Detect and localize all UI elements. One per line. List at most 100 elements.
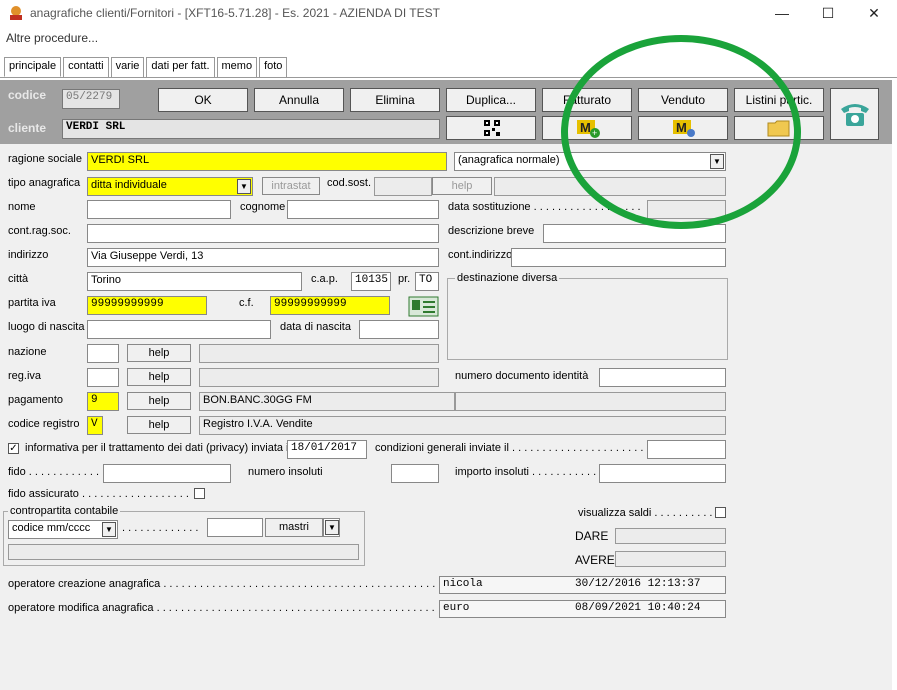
tab-varie[interactable]: varie <box>110 57 145 77</box>
privacy-checkbox[interactable]: ✓ <box>8 443 19 454</box>
numero-insoluti-label: numero insoluti <box>248 466 323 478</box>
tipo-anagrafica-select-value: (anagrafica normale) <box>458 154 560 166</box>
codice-field[interactable]: 05/2279 <box>62 89 120 109</box>
luogo-nascita-label: luogo di nascita <box>8 321 85 333</box>
tipo-anagrafica-label: tipo anagrafica <box>8 177 81 189</box>
tab-principale[interactable]: principale <box>4 57 62 77</box>
cap-field[interactable]: 10135 <box>351 272 391 291</box>
elimina-button[interactable]: Elimina <box>350 88 440 112</box>
cliente-field[interactable]: VERDI SRL <box>62 119 440 139</box>
codice-registro-field[interactable]: V <box>87 416 103 435</box>
visualizza-saldi-checkbox[interactable] <box>715 507 726 518</box>
avere-label: AVERE <box>575 553 615 567</box>
mastri-button[interactable]: mastri <box>265 518 323 537</box>
minimize-button[interactable]: — <box>759 0 805 26</box>
cont-indirizzo-label: cont.indirizzo <box>448 249 513 261</box>
phone-icon <box>841 104 869 126</box>
importo-insoluti-field[interactable] <box>599 464 726 483</box>
intrastat-button[interactable]: intrastat <box>262 177 320 195</box>
condizioni-label: condizioni generali inviate il . . . . .… <box>375 442 656 454</box>
pr-field[interactable]: TO <box>415 272 439 291</box>
nazione-help-button[interactable]: help <box>127 344 191 362</box>
destinazione-label: destinazione diversa <box>455 272 560 284</box>
dare-label: DARE <box>575 529 609 543</box>
cont-indirizzo-field[interactable] <box>511 248 726 267</box>
phone-button[interactable] <box>830 88 879 140</box>
condizioni-date-field[interactable] <box>647 440 726 459</box>
partita-iva-field[interactable]: 99999999999 <box>87 296 207 315</box>
pagamento-label: pagamento <box>8 394 64 406</box>
indirizzo-label: indirizzo <box>8 249 49 261</box>
luogo-nascita-field[interactable] <box>87 320 271 339</box>
pagamento-field[interactable]: 9 <box>87 392 119 411</box>
dare-field <box>615 528 726 544</box>
ok-button[interactable]: OK <box>158 88 248 112</box>
partita-iva-label: partita iva <box>8 297 56 309</box>
cognome-field[interactable] <box>287 200 439 219</box>
maximize-button[interactable]: ☐ <box>805 0 851 26</box>
chevron-down-icon[interactable]: ▼ <box>102 522 116 537</box>
chevron-down-icon[interactable]: ▼ <box>325 520 339 535</box>
pr-label: pr. <box>398 273 411 285</box>
op-creazione-field: nicola 30/12/2016 12:13:37 <box>439 576 726 594</box>
fido-assicurato-label: fido assicurato . . . . . . . . . . . . … <box>8 488 189 500</box>
fido-label: fido . . . . . . . . . . . . . <box>8 466 106 478</box>
nome-label: nome <box>8 201 36 213</box>
destinazione-group[interactable] <box>447 278 728 360</box>
highlight-ellipse <box>561 35 801 229</box>
cf-field[interactable]: 99999999999 <box>270 296 390 315</box>
cf-label: c.f. <box>239 297 254 309</box>
pagamento-help-button[interactable]: help <box>127 392 191 410</box>
nazione-label: nazione <box>8 346 47 358</box>
codice-registro-help-button[interactable]: help <box>127 416 191 434</box>
menu-altre-procedure[interactable]: Altre procedure... <box>6 31 98 45</box>
fido-field[interactable] <box>103 464 231 483</box>
numero-documento-field[interactable] <box>599 368 726 387</box>
tab-dati-per-fatt[interactable]: dati per fatt. <box>146 57 215 77</box>
contropartita-desc-field <box>8 544 359 560</box>
nazione-field[interactable] <box>87 344 119 363</box>
op-modifica-label: operatore modifica anagrafica . . . . . … <box>8 602 436 614</box>
annulla-button[interactable]: Annulla <box>254 88 344 112</box>
close-button[interactable]: ✕ <box>851 0 897 26</box>
chevron-down-icon[interactable]: ▼ <box>237 179 251 194</box>
citta-label: città <box>8 273 29 285</box>
tab-foto[interactable]: foto <box>259 57 288 77</box>
importo-insoluti-label: importo insoluti . . . . . . . . . . . . <box>455 466 603 478</box>
op-creazione-label: operatore creazione anagrafica . . . . .… <box>8 578 436 590</box>
duplica-button[interactable]: Duplica... <box>446 88 536 112</box>
reg-iva-help-button[interactable]: help <box>127 368 191 386</box>
cont-rag-soc-field[interactable] <box>87 224 439 243</box>
tipo-anagrafica-value: ditta individuale <box>91 179 167 191</box>
numero-documento-label: numero documento identità <box>455 370 589 382</box>
verify-card-button[interactable] <box>408 296 439 317</box>
tab-contatti[interactable]: contatti <box>63 57 109 77</box>
numero-insoluti-field[interactable] <box>391 464 439 483</box>
cognome-label: cognome <box>240 201 286 213</box>
ragione-sociale-field[interactable]: VERDI SRL <box>87 152 447 171</box>
cod-sost-field[interactable] <box>374 177 432 196</box>
nome-field[interactable] <box>87 200 231 219</box>
privacy-date-field[interactable]: 18/01/2017 <box>287 440 367 459</box>
cod-sost-help-button[interactable]: help <box>432 177 492 195</box>
data-nascita-label: data di nascita <box>280 321 351 333</box>
contropartita-code-field[interactable] <box>207 518 263 537</box>
indirizzo-field[interactable]: Via Giuseppe Verdi, 13 <box>87 248 439 267</box>
nazione-desc-field <box>199 344 439 363</box>
qr-code-button[interactable] <box>446 116 536 140</box>
reg-iva-desc-field <box>199 368 439 387</box>
reg-iva-field[interactable] <box>87 368 119 387</box>
codice-label: codice <box>8 88 47 102</box>
citta-field[interactable]: Torino <box>87 272 302 291</box>
codice-registro-label: codice registro <box>8 418 80 430</box>
mastri-dropdown[interactable]: ▼ <box>323 518 340 537</box>
avere-field <box>615 551 726 567</box>
fido-assicurato-checkbox[interactable] <box>194 488 205 499</box>
codice-mm-select[interactable]: codice mm/cccc ▼ <box>8 520 118 539</box>
tab-memo[interactable]: memo <box>216 57 258 77</box>
data-nascita-field[interactable] <box>359 320 439 339</box>
tipo-anagrafica-combo[interactable]: ditta individuale ▼ <box>87 177 253 196</box>
pagamento-extra-field <box>455 392 726 411</box>
app-icon <box>10 6 22 20</box>
ragione-sociale-label: ragione sociale <box>8 153 82 165</box>
